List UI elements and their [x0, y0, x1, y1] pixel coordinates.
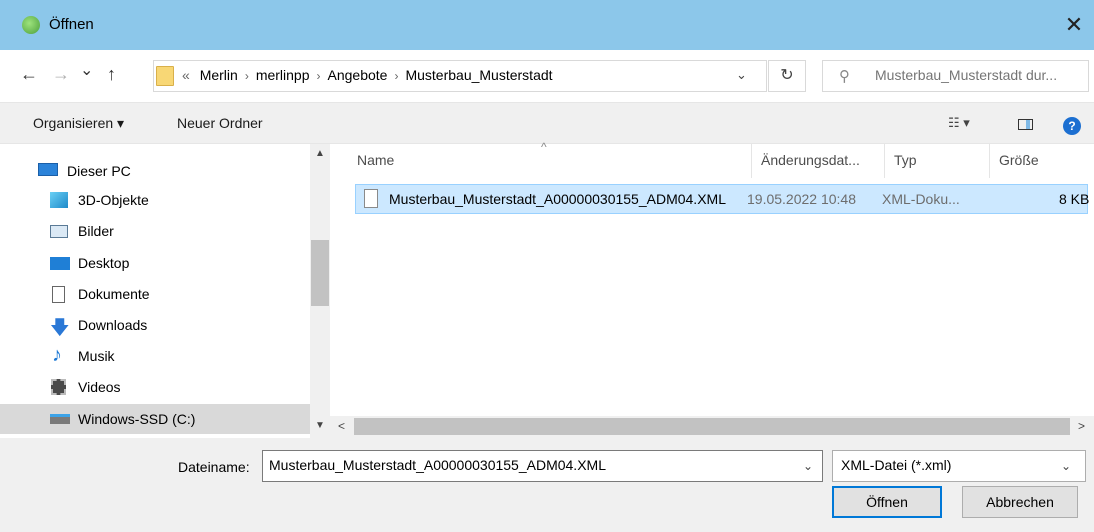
column-header-size[interactable]: Größe [999, 152, 1039, 168]
breadcrumb-item[interactable]: merlinpp [256, 67, 310, 83]
monitor-icon [38, 163, 58, 176]
file-modified: 19.05.2022 10:48 [747, 191, 856, 207]
sidebar-item-videos[interactable]: Videos [0, 372, 310, 402]
file-row[interactable]: Musterbau_Musterstadt_A00000030155_ADM04… [355, 184, 1090, 214]
breadcrumb-overflow-icon[interactable]: « [182, 67, 190, 83]
file-list: ^ Name Änderungsdat... Typ Größe Musterb… [330, 140, 1094, 416]
breadcrumb-item[interactable]: Angebote [328, 67, 388, 83]
sidebar-item-label: Bilder [78, 223, 114, 239]
breadcrumb: « Merlin › merlinpp › Angebote › Musterbau_Mus… [182, 67, 553, 83]
chevron-down-icon[interactable]: ⌄ [803, 459, 813, 473]
sidebar-item-desktop[interactable]: Desktop [0, 248, 310, 278]
scrollbar-thumb[interactable] [354, 418, 1070, 435]
sidebar-item-label: Windows-SSD (C:) [78, 411, 196, 427]
search-box[interactable]: ⚲ [822, 60, 1089, 92]
view-options-icon[interactable]: ☷ ▾ [948, 115, 970, 131]
window-title: Öffnen [49, 16, 94, 33]
download-arrow-icon: 🡇 [50, 318, 70, 339]
column-header-name[interactable]: Name [357, 152, 394, 168]
preview-pane-icon[interactable] [1018, 119, 1033, 130]
image-icon [50, 225, 68, 238]
scroll-up-icon[interactable]: ▲ [315, 148, 325, 159]
column-header-type[interactable]: Typ [894, 152, 917, 168]
cancel-button[interactable]: Abbrechen [962, 486, 1078, 518]
desktop-icon [50, 257, 70, 270]
column-divider[interactable] [884, 144, 885, 178]
search-input[interactable] [875, 67, 1085, 83]
sidebar-item-label: Musik [78, 348, 115, 364]
breadcrumb-item[interactable]: Merlin [200, 67, 238, 83]
sidebar-item-3d-objects[interactable]: 3D-Objekte [0, 185, 310, 215]
command-bar: Organisieren ▾ Neuer Ordner ☷ ▾ ? [0, 102, 1094, 144]
file-icon [364, 189, 378, 208]
column-divider[interactable] [751, 144, 752, 178]
scrollbar-thumb[interactable] [311, 240, 329, 306]
forward-arrow-icon[interactable]: → [52, 64, 70, 85]
chevron-down-icon[interactable]: ⌄ [736, 67, 747, 83]
filename-input[interactable] [269, 457, 789, 473]
refresh-button[interactable]: ↻ [768, 60, 806, 92]
scroll-down-icon[interactable]: ▼ [315, 420, 325, 431]
sidebar-item-music[interactable]: ♪ Musik [0, 341, 310, 371]
scroll-left-icon[interactable]: < [338, 419, 345, 433]
filename-label: Dateiname: [178, 459, 250, 475]
sort-ascending-icon: ^ [541, 140, 547, 154]
organize-button[interactable]: Organisieren ▾ [33, 115, 124, 132]
recent-locations-chevron-icon[interactable]: ⌄ [80, 60, 93, 80]
new-folder-button[interactable]: Neuer Ordner [177, 115, 263, 131]
sidebar-item-downloads[interactable]: 🡇 Downloads [0, 310, 310, 340]
sidebar-item-label: Dokumente [78, 286, 150, 302]
dialog-footer: Dateiname: ⌄ XML-Datei (*.xml) ⌄ Öffnen … [0, 438, 1094, 532]
address-bar[interactable]: « Merlin › merlinpp › Angebote › Musterbau_Mus… [153, 60, 767, 92]
drive-icon [50, 414, 70, 424]
chevron-right-icon[interactable]: › [245, 69, 249, 83]
sidebar-item-this-pc[interactable]: Dieser PC [0, 154, 310, 184]
up-arrow-icon[interactable]: ↑ [107, 64, 116, 85]
cube-icon [50, 192, 68, 208]
chevron-down-icon: ⌄ [1061, 459, 1072, 473]
breadcrumb-item[interactable]: Musterbau_Musterstadt [405, 67, 552, 83]
filetype-select[interactable]: XML-Datei (*.xml) ⌄ [832, 450, 1086, 482]
file-name: Musterbau_Musterstadt_A00000030155_ADM04… [389, 191, 726, 207]
file-type: XML-Doku... [882, 191, 960, 207]
folder-icon [156, 66, 174, 86]
file-size: 8 KB [1059, 191, 1090, 207]
back-arrow-icon[interactable]: ← [20, 64, 38, 85]
navigation-bar: ← → ⌄ ↑ « Merlin › merlinpp › Angebote › Muste… [0, 50, 1094, 102]
scroll-right-icon[interactable]: > [1078, 419, 1085, 433]
sidebar-item-label: Desktop [78, 255, 130, 271]
column-divider[interactable] [989, 144, 990, 178]
music-note-icon: ♪ [52, 344, 62, 366]
sidebar-item-pictures[interactable]: Bilder [0, 216, 310, 246]
help-icon[interactable]: ? [1063, 117, 1081, 135]
app-icon [22, 16, 40, 34]
sidebar-item-label: Dieser PC [67, 163, 131, 179]
filename-combobox[interactable]: ⌄ [262, 450, 823, 482]
chevron-right-icon[interactable]: › [394, 69, 398, 83]
refresh-icon: ↻ [780, 67, 794, 84]
sidebar-item-label: 3D-Objekte [78, 192, 149, 208]
document-icon [52, 286, 65, 303]
sidebar-item-label: Downloads [78, 317, 148, 333]
sidebar-item-label: Videos [78, 379, 121, 395]
title-bar: Öffnen ✕ [0, 0, 1094, 50]
film-icon [51, 379, 66, 395]
file-list-horizontal-scrollbar[interactable]: < > [330, 416, 1094, 438]
navigation-pane: Dieser PC 3D-Objekte Bilder Desktop Doku… [0, 144, 330, 438]
column-header-modified[interactable]: Änderungsdat... [761, 152, 860, 168]
navigation-pane-scrollbar[interactable]: ▲ ▼ [310, 144, 330, 438]
open-button[interactable]: Öffnen [832, 486, 942, 518]
search-icon: ⚲ [839, 68, 850, 85]
close-button[interactable]: ✕ [1054, 0, 1094, 50]
sidebar-item-windows-ssd[interactable]: Windows-SSD (C:) [0, 404, 310, 434]
filetype-value: XML-Datei (*.xml) [841, 457, 952, 473]
sidebar-item-documents[interactable]: Dokumente [0, 279, 310, 309]
chevron-right-icon[interactable]: › [317, 69, 321, 83]
